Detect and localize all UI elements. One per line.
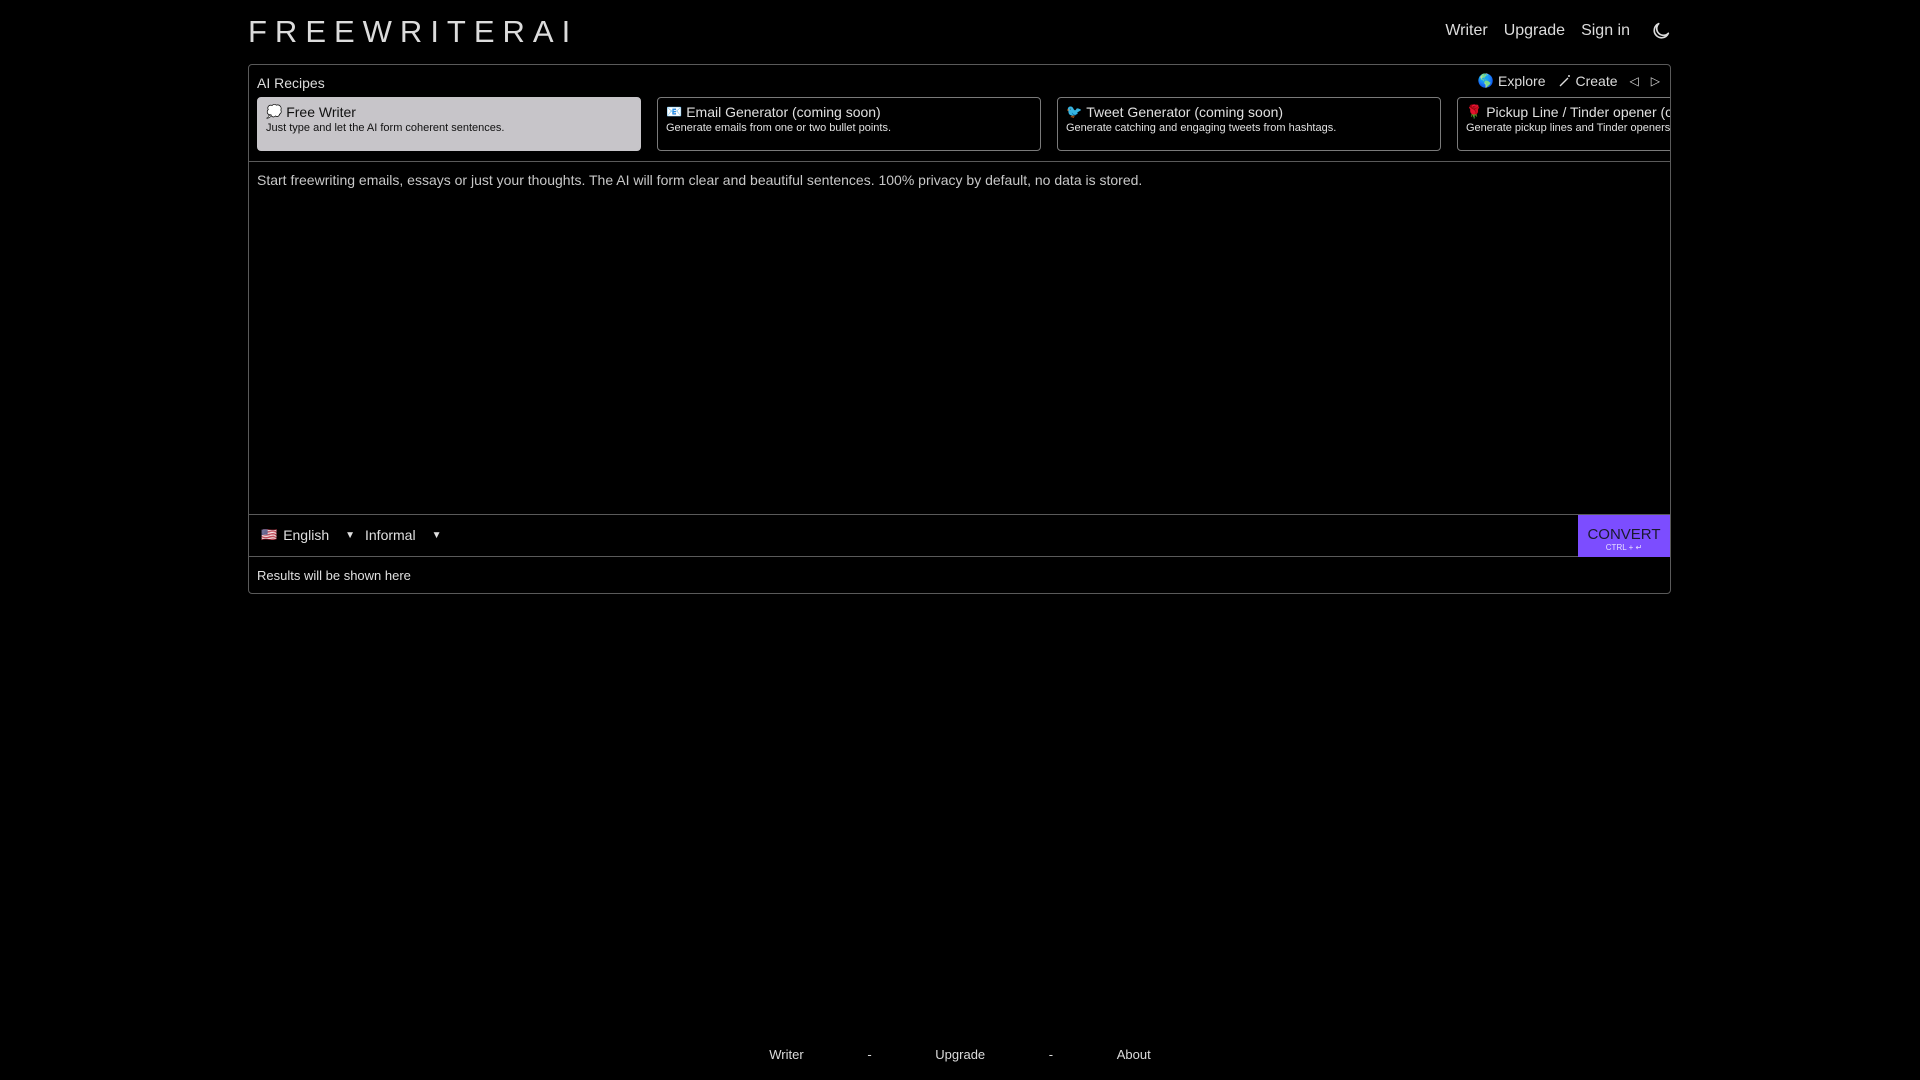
- footer-separator: -: [1048, 1047, 1054, 1062]
- chevron-down-icon: ▼: [345, 529, 356, 541]
- magic-wand-icon: [1559, 75, 1570, 87]
- convert-button[interactable]: CONVERT CTRL + ↵: [1578, 515, 1670, 557]
- convert-label: CONVERT: [1587, 526, 1661, 543]
- writer-panel: AI Recipes 🌎 Explore Create ◁ ▷ 💭 Free Wr…: [248, 64, 1671, 594]
- logo[interactable]: FREEWRITERAI: [248, 14, 578, 50]
- controls-bar: 🇺🇸 English ▼ Informal ▼ CONVERT CTRL + ↵: [249, 514, 1670, 557]
- recipes-title: AI Recipes: [257, 75, 325, 91]
- language-value: English: [283, 527, 330, 543]
- recipe-card-email-generator[interactable]: 📧 Email Generator (coming soon) Generate …: [657, 97, 1041, 151]
- freewrite-textarea[interactable]: [249, 162, 1670, 518]
- top-nav: Writer Upgrade Sign in: [1445, 20, 1672, 42]
- recipe-card-title: Email Generator (coming soon): [686, 104, 881, 120]
- create-label: Create: [1575, 73, 1618, 89]
- explore-button[interactable]: 🌎 Explore: [1478, 73, 1546, 89]
- editor-area: [249, 162, 1670, 518]
- language-select[interactable]: 🇺🇸 English ▼: [261, 527, 355, 543]
- email-icon: 📧: [666, 104, 683, 119]
- footer-upgrade-link[interactable]: Upgrade: [935, 1047, 985, 1062]
- recipe-card-desc: Just type and let the AI form coherent s…: [266, 122, 505, 134]
- chevron-down-icon: ▼: [431, 529, 442, 541]
- convert-shortcut: CTRL + ↵: [1605, 543, 1643, 552]
- results-area: Results will be shown here: [257, 568, 411, 583]
- nav-signin-link[interactable]: Sign in: [1581, 22, 1630, 40]
- footer-writer-link[interactable]: Writer: [769, 1047, 803, 1062]
- prev-arrow-icon[interactable]: ◁: [1630, 74, 1639, 88]
- recipe-cards: 💭 Free Writer Just type and let the AI fo…: [257, 97, 1670, 153]
- next-arrow-icon[interactable]: ▷: [1651, 74, 1660, 88]
- tone-value: Informal: [365, 527, 416, 543]
- explore-label: Explore: [1498, 73, 1546, 89]
- header: FREEWRITERAI Writer Upgrade Sign in: [248, 0, 1672, 64]
- recipe-card-title: Pickup Line / Tinder opener (coming soon…: [1486, 104, 1670, 120]
- recipe-actions: 🌎 Explore Create ◁ ▷: [1478, 73, 1660, 89]
- recipe-card-desc: Generate pickup lines and Tinder openers…: [1466, 122, 1670, 134]
- globe-icon: 🌎: [1477, 73, 1495, 88]
- recipe-card-title: Free Writer: [286, 104, 356, 120]
- nav-upgrade-link[interactable]: Upgrade: [1504, 22, 1565, 40]
- footer-separator: -: [867, 1047, 872, 1062]
- recipe-card-pickup-line[interactable]: 🌹Pickup Line / Tinder opener (coming soo…: [1457, 97, 1670, 151]
- thought-bubble-icon: 💭: [266, 104, 283, 119]
- recipe-card-tweet-generator[interactable]: 🐦 Tweet Generator (coming soon) Generate …: [1057, 97, 1441, 151]
- moon-icon[interactable]: [1650, 20, 1672, 42]
- rose-icon: 🌹: [1466, 104, 1483, 119]
- us-flag-icon: 🇺🇸: [261, 527, 278, 542]
- recipes-bar: AI Recipes 🌎 Explore Create ◁ ▷ 💭 Free Wr…: [249, 65, 1670, 162]
- bird-icon: 🐦: [1066, 104, 1083, 119]
- tone-select[interactable]: Informal ▼: [365, 527, 441, 543]
- recipe-card-desc: Generate catching and engaging tweets fr…: [1066, 122, 1337, 134]
- recipe-card-title: Tweet Generator (coming soon): [1086, 104, 1284, 120]
- footer: Writer - Upgrade - About: [0, 1047, 1920, 1062]
- create-button[interactable]: Create: [1558, 73, 1618, 89]
- nav-writer-link[interactable]: Writer: [1445, 22, 1487, 40]
- recipe-card-desc: Generate emails from one or two bullet p…: [666, 122, 892, 134]
- footer-about-link[interactable]: About: [1117, 1047, 1151, 1062]
- recipe-card-free-writer[interactable]: 💭 Free Writer Just type and let the AI fo…: [257, 97, 641, 151]
